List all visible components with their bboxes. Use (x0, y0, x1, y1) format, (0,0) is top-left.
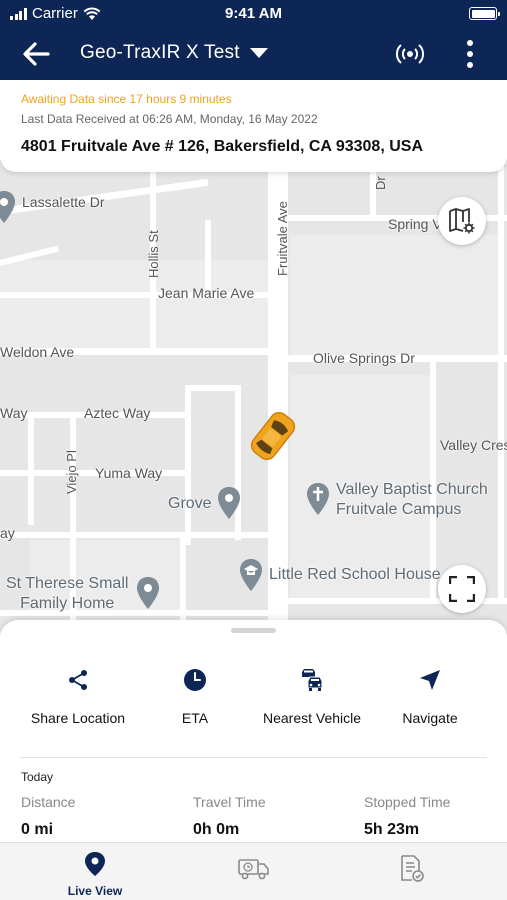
poi-label-school: Little Red School House (269, 566, 441, 583)
tab-live-view-label: Live View (67, 884, 123, 898)
road (0, 532, 270, 538)
street-label-lassalette: Lassalette Dr (22, 194, 105, 210)
road (498, 160, 504, 600)
street-label-fruitvale: Fruitvale Ave (275, 201, 290, 276)
street-label-valley-cres: Valley Cres (440, 437, 507, 453)
distance-stat: Distance 0 mi (21, 794, 75, 839)
travel-time-value: 0h 0m (193, 821, 240, 838)
poi-label-st-therese-line1: St Therese Small (6, 575, 129, 592)
today-heading: Today (21, 770, 54, 784)
awaiting-data-text: Awaiting Data since 17 hours 9 minutes (21, 92, 232, 106)
back-arrow-icon[interactable] (20, 39, 52, 69)
street-label-dr-top: Dr (373, 176, 388, 190)
distance-value: 0 mi (21, 821, 54, 838)
tab-live-view[interactable]: Live View (45, 851, 145, 898)
map-pin-icon[interactable] (136, 576, 160, 610)
asset-title: Geo-TraxIR X Test (80, 42, 240, 63)
sheet-drag-handle[interactable] (231, 628, 276, 633)
quick-actions: Share Location ETA Nearest Vehicle Navig… (0, 664, 507, 734)
share-icon (69, 670, 87, 690)
poi-label-church-line1: Valley Baptist Church (336, 481, 488, 498)
location-pin-icon (85, 852, 105, 876)
distance-label: Distance (21, 794, 76, 810)
map-pin-icon[interactable] (217, 486, 241, 520)
street-label-way: Way (0, 405, 28, 421)
current-address: 4801 Fruitvale Ave # 126, Bakersfield, C… (21, 138, 423, 155)
school-pin-icon[interactable] (239, 558, 263, 592)
nav-bar: Geo-TraxIR X Test (0, 28, 507, 80)
poi-label-church: Valley Baptist Church Fruitvale Campus (336, 480, 488, 520)
street-label-olive-springs: Olive Springs Dr (313, 350, 415, 366)
poi-label-st-therese: St Therese Small Family Home (6, 574, 128, 614)
street-label-yuma: Yuma Way (95, 465, 163, 481)
tab-bar: Live View (0, 842, 507, 900)
fullscreen-icon (449, 576, 475, 602)
more-vertical-icon[interactable] (462, 38, 478, 70)
clock: 9:41 AM (225, 5, 282, 22)
map-block (290, 235, 500, 355)
stopped-time-label: Stopped Time (364, 794, 451, 810)
poi-label-st-therese-line2: Family Home (20, 595, 115, 612)
location-info-card: Awaiting Data since 17 hours 9 minutes L… (0, 80, 507, 172)
battery-icon (469, 7, 500, 20)
stopped-time-value: 5h 23m (364, 821, 420, 838)
map-settings-icon (449, 208, 475, 234)
street-label-ay: ay (0, 525, 15, 541)
street-label-aztec: Aztec Way (84, 405, 151, 421)
map-pin-icon (0, 191, 15, 223)
travel-time-stat: Travel Time 0h 0m (193, 794, 266, 839)
delivery-truck-icon (238, 859, 269, 880)
street-label-spring: Spring V (388, 216, 442, 232)
street-label-viejo: Viejo Pl (64, 450, 79, 494)
map-layers-button[interactable] (438, 197, 486, 245)
map-block (0, 260, 270, 350)
street-label-jean-marie: Jean Marie Ave (158, 285, 255, 301)
clock-icon (184, 669, 206, 691)
church-pin-icon[interactable] (306, 482, 330, 516)
map-view[interactable]: Lassalette Dr Hollis St Fruitvale Ave Dr… (0, 160, 507, 650)
bottom-sheet[interactable]: Share Location ETA Nearest Vehicle Navig… (0, 620, 507, 842)
road (185, 385, 241, 391)
cars-icon (302, 669, 323, 691)
status-bar: Carrier 9:41 AM (0, 0, 507, 28)
tab-reports[interactable] (362, 855, 462, 888)
stopped-time-stat: Stopped Time 5h 23m (364, 794, 450, 839)
navigate-button[interactable]: Navigate (360, 664, 500, 726)
navigate-label: Navigate (402, 710, 458, 726)
road (185, 385, 191, 545)
tab-trips[interactable] (204, 857, 304, 886)
fullscreen-button[interactable] (438, 565, 486, 613)
poi-label-grove: Grove (168, 495, 212, 512)
street-label-hollis: Hollis St (146, 230, 161, 278)
navigate-icon (420, 670, 440, 690)
last-received-text: Last Data Received at 06:26 AM, Monday, … (21, 112, 318, 126)
divider (20, 757, 487, 758)
road (205, 220, 211, 290)
street-label-weldon: Weldon Ave (0, 344, 75, 360)
poi-label-church-line2: Fruitvale Campus (336, 501, 462, 518)
caret-down-icon (249, 48, 268, 58)
broadcast-icon[interactable] (395, 41, 425, 67)
travel-time-label: Travel Time (193, 794, 266, 810)
report-document-icon (401, 855, 424, 882)
asset-selector[interactable]: Geo-TraxIR X Test (80, 42, 268, 64)
